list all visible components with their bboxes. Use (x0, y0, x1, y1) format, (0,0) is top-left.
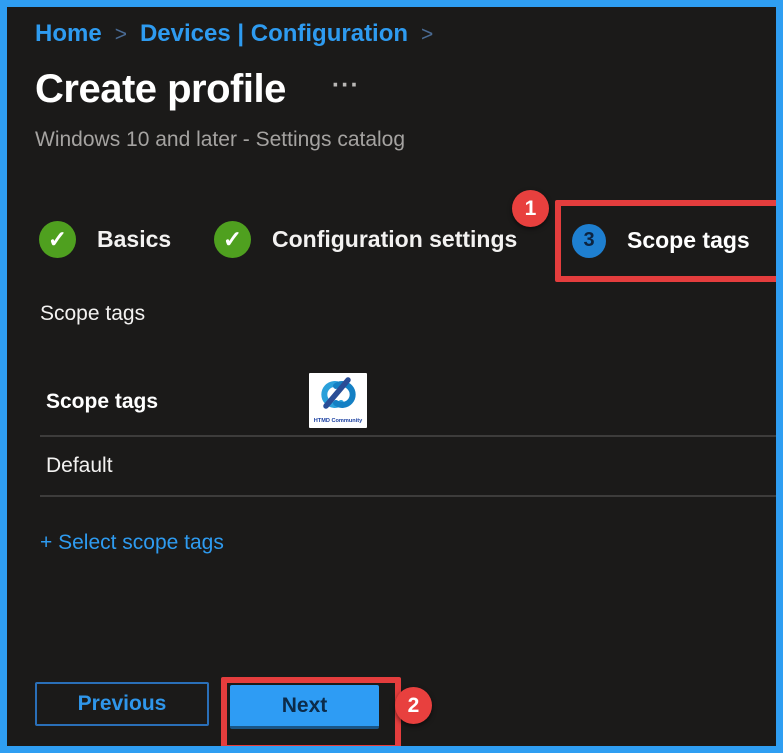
annotation-callout-badge: 1 (512, 190, 549, 227)
tab-basics[interactable]: ✓ Basics (39, 221, 171, 258)
section-label-scope-tags: Scope tags (40, 302, 146, 325)
more-options-icon[interactable]: ··· (332, 71, 360, 100)
page-title: Create profile (35, 67, 286, 111)
create-profile-panel: Home > Devices | Configuration > Create … (0, 0, 783, 753)
breadcrumb-separator-icon: > (114, 23, 127, 46)
tab-scope-tags[interactable]: 3 Scope tags (572, 222, 750, 259)
step-label: Basics (97, 226, 172, 252)
annotation-callout-badge: 2 (395, 687, 432, 724)
select-scope-tags-link[interactable]: + Select scope tags (40, 531, 224, 555)
step-complete-icon: ✓ (39, 221, 76, 258)
page-subtitle: Windows 10 and later - Settings catalog (35, 128, 406, 151)
next-button[interactable]: Next (230, 685, 379, 729)
divider (40, 435, 776, 437)
htmd-logo-icon: HTMD Community (314, 377, 363, 424)
previous-button[interactable]: Previous (35, 682, 209, 726)
htmd-community-logo: HTMD Community (309, 373, 367, 428)
breadcrumb-home-link[interactable]: Home (35, 20, 102, 48)
breadcrumb-separator-icon: > (421, 23, 434, 46)
breadcrumb-devices-configuration-link[interactable]: Devices | Configuration (140, 20, 408, 48)
step-label: Scope tags (627, 227, 750, 253)
step-complete-icon: ✓ (214, 221, 251, 258)
step-label: Configuration settings (272, 226, 518, 252)
tab-configuration-settings[interactable]: ✓ Configuration settings (214, 221, 517, 258)
title-row: Create profile ··· (35, 67, 360, 112)
table-column-header: Scope tags (46, 390, 159, 413)
step-number-badge: 3 (572, 223, 606, 258)
htmd-logo-text: HTMD Community (314, 418, 363, 424)
divider (40, 495, 776, 497)
table-row-scope-tag: Default (46, 454, 113, 477)
breadcrumb: Home > Devices | Configuration > (35, 20, 433, 48)
